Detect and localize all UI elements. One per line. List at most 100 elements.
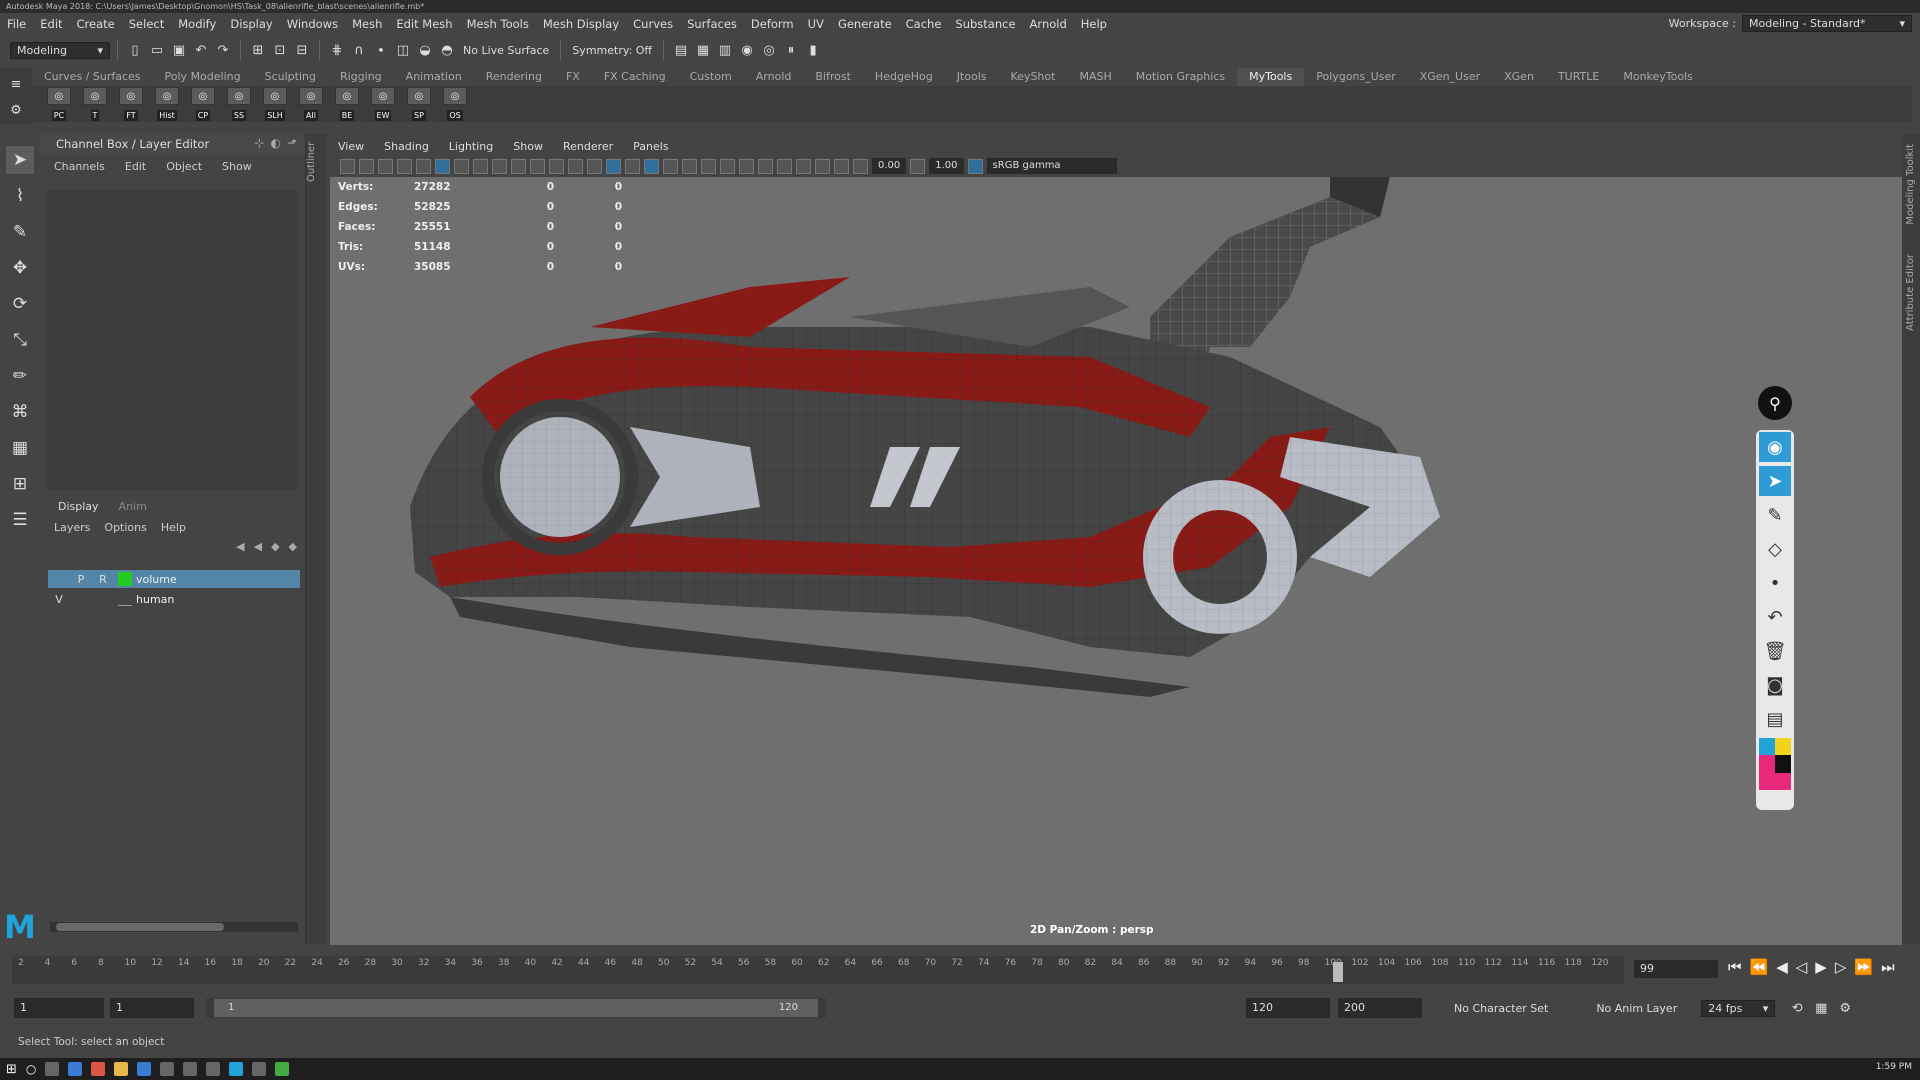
eye-icon[interactable]: ◉ <box>1759 432 1791 462</box>
channel-box-menu-item[interactable]: Show <box>222 160 252 173</box>
layer-menu-item[interactable]: Help <box>161 521 186 534</box>
animation-end-field[interactable]: 200 <box>1338 998 1422 1018</box>
viewport-persp[interactable]: View Shading Lighting Show Renderer Panels 0.… <box>330 137 1902 945</box>
layer-color-swatch[interactable] <box>118 592 132 606</box>
snap-view-icon[interactable]: ◫ <box>393 40 413 60</box>
field-chart-icon[interactable] <box>530 158 545 174</box>
menu-mesh-tools[interactable]: Mesh Tools <box>460 17 536 31</box>
symmetry-dropdown[interactable]: Symmetry: Off <box>568 44 656 57</box>
menu-curves[interactable]: Curves <box>626 17 680 31</box>
shelf-button[interactable]: ◎ All <box>296 87 326 121</box>
undo-icon[interactable]: ↶ <box>191 40 211 60</box>
shelf-tab[interactable]: FX <box>554 68 592 86</box>
gamma-field[interactable]: 1.00 <box>929 158 964 174</box>
new-layer-selected-icon[interactable]: ◆ <box>289 540 297 553</box>
shelf-button[interactable]: ◎ SP <box>404 87 434 121</box>
lasso-tool-icon[interactable]: ⌇ <box>6 182 34 210</box>
shelf-tab[interactable]: MyTools <box>1237 68 1305 86</box>
go-to-end-icon[interactable]: ⏭ <box>1881 958 1895 976</box>
menu-arnold[interactable]: Arnold <box>1023 17 1074 31</box>
viewport-menu-item[interactable]: Renderer <box>563 140 613 153</box>
shelf-settings-icon[interactable]: ⚙ <box>6 100 26 120</box>
quad-draw-icon[interactable]: ⌘ <box>6 398 34 426</box>
menu-help[interactable]: Help <box>1074 17 1114 31</box>
resolution-gate-icon[interactable] <box>492 158 507 174</box>
smooth-shade-icon[interactable] <box>606 158 621 174</box>
pause-icon[interactable]: ⏸ <box>781 40 801 60</box>
use-all-lights-icon[interactable] <box>682 158 697 174</box>
app-icon[interactable] <box>183 1062 198 1076</box>
scale-tool-icon[interactable]: ⤡ <box>6 326 34 354</box>
menu-create[interactable]: Create <box>70 17 122 31</box>
colorspace-dropdown[interactable]: sRGB gamma <box>986 158 1117 174</box>
shelf-tab[interactable]: KeyShot <box>999 68 1068 86</box>
shelf-button[interactable]: ◎ SS <box>224 87 254 121</box>
grid-icon[interactable] <box>454 158 469 174</box>
shelf-tab[interactable]: Curves / Surfaces <box>32 68 153 86</box>
bookmark-icon[interactable] <box>378 158 393 174</box>
layer-tab[interactable]: Anim <box>119 500 147 513</box>
layout-four-icon[interactable]: ⊞ <box>6 470 34 498</box>
shelf-button[interactable]: ◎ OS <box>440 87 470 121</box>
color-management-icon[interactable] <box>967 158 983 174</box>
attribute-editor-icon[interactable]: ◐ <box>270 136 280 150</box>
shelf-tab[interactable]: MonkeyTools <box>1611 68 1705 86</box>
2d-pan-zoom-icon[interactable] <box>416 158 431 174</box>
layout-single-icon[interactable]: ▦ <box>6 434 34 462</box>
xray-components-icon[interactable] <box>834 158 849 174</box>
step-forward-frame-icon[interactable]: ▷ <box>1835 958 1847 976</box>
select-camera-icon[interactable] <box>340 158 355 174</box>
hypershade-icon[interactable]: ◎ <box>759 40 779 60</box>
wireframe-on-shaded-icon[interactable] <box>644 158 659 174</box>
safe-action-icon[interactable] <box>549 158 564 174</box>
playback-end-field[interactable]: 120 <box>1246 998 1330 1018</box>
maya-taskbar-icon[interactable] <box>229 1062 244 1076</box>
app-icon[interactable] <box>160 1062 175 1076</box>
viewport-menu-item[interactable]: Shading <box>384 140 429 153</box>
arrow-select-icon[interactable]: ➤ <box>1759 466 1791 496</box>
color-swatches[interactable] <box>1759 738 1791 790</box>
layer-row[interactable]: Vhuman <box>48 590 300 608</box>
shelf-tab[interactable]: XGen <box>1492 68 1546 86</box>
xray-joints-icon[interactable] <box>815 158 830 174</box>
menu-windows[interactable]: Windows <box>280 17 345 31</box>
loop-icon[interactable]: ⟲ <box>1787 998 1807 1018</box>
range-slider-handle[interactable]: 1 120 <box>214 999 818 1017</box>
save-scene-icon[interactable]: ▣ <box>169 40 189 60</box>
move-layer-up-icon[interactable]: ◀ <box>236 540 244 553</box>
play-forward-icon[interactable]: ▶ <box>1815 958 1827 976</box>
app-icon[interactable] <box>206 1062 221 1076</box>
channel-box-tab-icon[interactable]: ⊹ <box>254 136 264 150</box>
layer-menu-item[interactable]: Options <box>104 521 146 534</box>
step-back-key-icon[interactable]: ⏪ <box>1750 958 1769 976</box>
wireframe-icon[interactable] <box>587 158 602 174</box>
attribute-editor-tab[interactable]: Attribute Editor <box>1905 254 1916 331</box>
shelf-menu-icon[interactable]: ≡ <box>6 74 26 94</box>
outliner-icon[interactable]: ☰ <box>6 506 34 534</box>
scrollbar-thumb[interactable] <box>56 923 224 931</box>
snap-surface-icon[interactable]: ◒ <box>415 40 435 60</box>
viewport-menu-item[interactable]: View <box>338 140 364 153</box>
layer-row[interactable]: P Rvolume <box>48 570 300 588</box>
menu-modify[interactable]: Modify <box>171 17 223 31</box>
redo-icon[interactable]: ↷ <box>213 40 233 60</box>
app-icon[interactable] <box>68 1062 83 1076</box>
shelf-tab[interactable]: Motion Graphics <box>1124 68 1237 86</box>
search-icon[interactable]: ○ <box>26 1062 36 1076</box>
anim-layer-dropdown[interactable]: No Anim Layer <box>1592 1002 1681 1015</box>
undo-stroke-icon[interactable]: ↶ <box>1759 602 1791 632</box>
shelf-tab[interactable]: Sculpting <box>253 68 328 86</box>
menu-set-dropdown[interactable]: Modeling ▾ <box>10 41 110 59</box>
shelf-button[interactable]: ◎ BE <box>332 87 362 121</box>
anim-prefs-icon[interactable]: ⚙ <box>1835 998 1855 1018</box>
shelf-tab[interactable]: Jtools <box>945 68 999 86</box>
channel-box-menu-item[interactable]: Edit <box>125 160 146 173</box>
menu-display[interactable]: Display <box>223 17 279 31</box>
shelf-button[interactable]: ◎ FT <box>116 87 146 121</box>
move-layer-down-icon[interactable]: ◀ <box>254 540 262 553</box>
folder-icon[interactable] <box>114 1062 129 1076</box>
menu-select[interactable]: Select <box>122 17 171 31</box>
time-slider[interactable]: 2 4 6 8 10 12 14 16 18 20 22 24 26 28 30 32 34 36 38 40 42 44… <box>0 952 1920 988</box>
viewport-menu-item[interactable]: Panels <box>633 140 668 153</box>
shelf-tab[interactable]: XGen_User <box>1408 68 1492 86</box>
